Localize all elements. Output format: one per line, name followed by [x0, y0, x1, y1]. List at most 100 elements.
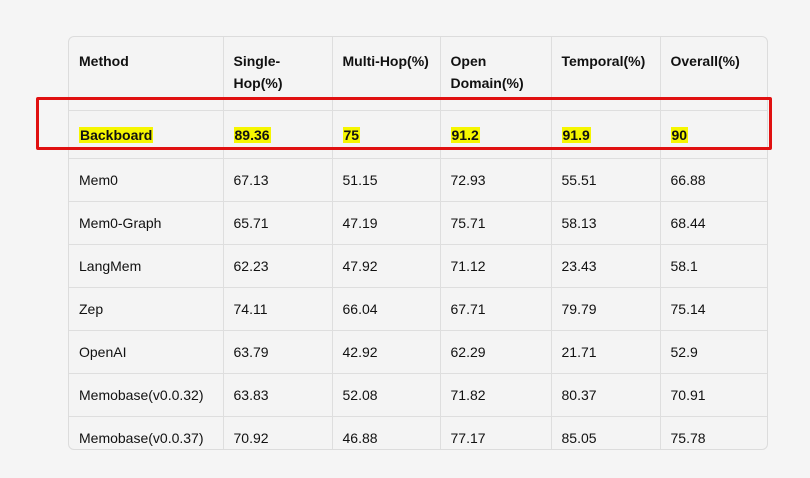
cell-single-hop: 67.13: [223, 158, 333, 202]
column-header-open-domain: Open Domain(%): [440, 37, 552, 111]
cell-value: 70.91: [670, 387, 706, 403]
cell-value: 71.82: [450, 387, 486, 403]
results-table-container: Method Single-Hop(%) Multi-Hop(%) Open D…: [68, 36, 768, 450]
cell-method: Memobase(v0.0.32): [69, 373, 224, 417]
cell-value: 47.92: [342, 258, 378, 274]
cell-value: 85.05: [561, 430, 597, 446]
cell-multi-hop: 75: [332, 110, 441, 159]
cell-temporal: 58.13: [551, 201, 661, 245]
cell-value: 52.9: [670, 344, 698, 360]
cell-temporal: 21.71: [551, 330, 661, 374]
cell-value: Mem0: [79, 172, 118, 188]
cell-value: OpenAI: [79, 344, 127, 360]
cell-temporal: 85.05: [551, 416, 661, 449]
column-header-single-hop: Single-Hop(%): [223, 37, 333, 111]
cell-method: Backboard: [69, 110, 224, 159]
cell-temporal: 55.51: [551, 158, 661, 202]
cell-value: 21.71: [561, 344, 597, 360]
cell-value: 55.51: [561, 172, 597, 188]
cell-method: Memobase(v0.0.37): [69, 416, 224, 449]
cell-multi-hop: 47.92: [332, 244, 441, 288]
cell-open-domain: 67.71: [440, 287, 552, 331]
column-header-overall: Overall(%): [660, 37, 767, 111]
cell-single-hop: 89.36: [223, 110, 333, 159]
cell-method: OpenAI: [69, 330, 224, 374]
cell-overall: 70.91: [660, 373, 767, 417]
cell-value: 74.11: [233, 301, 268, 317]
cell-value: 91.9: [561, 126, 591, 143]
cell-overall: 75.14: [660, 287, 767, 331]
cell-temporal: 80.37: [551, 373, 661, 417]
cell-overall: 52.9: [660, 330, 767, 374]
cell-value: 62.29: [450, 344, 486, 360]
cell-single-hop: 63.83: [223, 373, 333, 417]
cell-multi-hop: 51.15: [332, 158, 441, 202]
cell-value: 91.2: [450, 126, 480, 143]
cell-value: 63.83: [233, 387, 269, 403]
cell-temporal: 79.79: [551, 287, 661, 331]
cell-single-hop: 63.79: [223, 330, 333, 374]
cell-value: Memobase(v0.0.32): [79, 387, 204, 403]
cell-single-hop: 65.71: [223, 201, 333, 245]
cell-single-hop: 74.11: [223, 287, 333, 331]
cell-method: Mem0-Graph: [69, 201, 224, 245]
cell-overall: 66.88: [660, 158, 767, 202]
cell-overall: 90: [660, 110, 767, 159]
cell-value: 75.71: [450, 215, 486, 231]
table-row: Mem0-Graph 65.71 47.19 75.71 58.13 68.44: [69, 201, 767, 245]
cell-single-hop: 70.92: [223, 416, 333, 449]
cell-value: 63.79: [233, 344, 269, 360]
cell-value: 58.1: [670, 258, 698, 274]
cell-value: 71.12: [450, 258, 486, 274]
cell-method: Mem0: [69, 158, 224, 202]
cell-value: 58.13: [561, 215, 597, 231]
cell-open-domain: 62.29: [440, 330, 552, 374]
cell-open-domain: 72.93: [440, 158, 552, 202]
table-row: OpenAI 63.79 42.92 62.29 21.71 52.9: [69, 330, 767, 374]
column-header-temporal: Temporal(%): [551, 37, 661, 111]
cell-single-hop: 62.23: [223, 244, 333, 288]
cell-overall: 68.44: [660, 201, 767, 245]
cell-open-domain: 71.12: [440, 244, 552, 288]
cell-overall: 75.78: [660, 417, 767, 450]
cell-value: LangMem: [79, 258, 142, 274]
cell-value: 67.13: [233, 172, 269, 188]
cell-value: 52.08: [342, 387, 378, 403]
cell-temporal: 23.43: [551, 244, 661, 288]
cell-value: 51.15: [342, 172, 378, 188]
cell-value: 90: [670, 126, 689, 143]
cell-value: 67.71: [450, 301, 486, 317]
table-row: Mem0 67.13 51.15 72.93 55.51 66.88: [69, 158, 767, 202]
cell-value: 68.44: [670, 215, 706, 231]
cell-value: 46.88: [342, 430, 378, 446]
cell-overall: 58.1: [660, 244, 767, 288]
table-row: Memobase(v0.0.32) 63.83 52.08 71.82 80.37 70.…: [69, 373, 767, 417]
table-header-row: Method Single-Hop(%) Multi-Hop(%) Open D…: [69, 37, 767, 111]
cell-multi-hop: 47.19: [332, 201, 441, 245]
cell-multi-hop: 42.92: [332, 330, 441, 374]
cell-value: 42.92: [342, 344, 378, 360]
cell-value: 66.04: [342, 301, 378, 317]
cell-value: Zep: [79, 301, 104, 317]
cell-multi-hop: 52.08: [332, 373, 441, 417]
cell-value: 70.92: [233, 430, 269, 446]
table-body: Backboard 89.36 75 91.2 91.9 90 Mem0 67.13 51.15…: [69, 110, 767, 450]
cell-value: 89.36: [233, 126, 271, 143]
cell-value: 75.14: [670, 301, 706, 317]
cell-method: Zep: [69, 287, 224, 331]
cell-value: Backboard: [79, 126, 154, 143]
cell-multi-hop: 46.88: [332, 416, 441, 449]
cell-value: 66.88: [670, 172, 706, 188]
cell-value: 79.79: [561, 301, 597, 317]
cell-value: 77.17: [450, 430, 486, 446]
table-row: LangMem 62.23 47.92 71.12 23.43 58.1: [69, 244, 767, 288]
cell-value: 62.23: [233, 258, 269, 274]
cell-open-domain: 75.71: [440, 201, 552, 245]
table-row-highlighted: Backboard 89.36 75 91.2 91.9 90: [69, 110, 767, 159]
cell-value: 47.19: [342, 215, 378, 231]
cell-value: Memobase(v0.0.37): [79, 430, 204, 446]
cell-temporal: 91.9: [551, 110, 661, 159]
cell-value: 75.78: [670, 430, 706, 446]
cell-open-domain: 71.82: [440, 373, 552, 417]
results-table: Method Single-Hop(%) Multi-Hop(%) Open D…: [69, 37, 767, 450]
